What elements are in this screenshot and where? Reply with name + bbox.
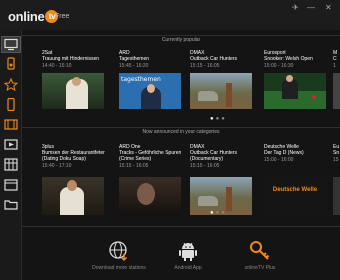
key-icon <box>250 241 270 260</box>
calendar-icon <box>4 179 18 191</box>
program-time: 15:15 - 16:05 <box>190 63 220 69</box>
download-stations-button[interactable]: Download more stations <box>84 240 154 271</box>
program-title: Snooker: Welsh Open <box>264 56 313 62</box>
section-divider <box>22 127 340 128</box>
thumbnail-tracks[interactable] <box>119 177 181 215</box>
section-divider <box>22 35 340 36</box>
program-title: Tagesthemen <box>119 56 150 62</box>
program-title: Trauung mit Hindernissen <box>42 56 100 62</box>
grid-icon <box>4 158 18 171</box>
title-bar: online tv Free ✈ — ✕ <box>0 0 340 30</box>
program-title: Tracks - Geföhrliche Spuren (Crime Serie… <box>119 150 182 162</box>
program-time: 14:40 - 16:10 <box>42 63 72 69</box>
program-time: 15:15 - 16:05 <box>119 163 149 169</box>
thumbnail-partial[interactable] <box>333 73 340 109</box>
sidebar-item-tv[interactable] <box>1 36 21 53</box>
program-card-partial[interactable]: Eu Sn 15 <box>333 144 340 163</box>
film-icon <box>4 119 18 130</box>
program-card[interactable]: 2Sat Trauung mit Hindernissen 14:40 - 16… <box>42 50 108 69</box>
close-button[interactable]: ✕ <box>325 3 332 12</box>
program-card[interactable]: ARD One Tracks - Geföhrliche Spuren (Cri… <box>119 144 185 169</box>
android-app-button[interactable]: Android App <box>153 240 223 271</box>
program-title: Sn <box>333 150 340 156</box>
dw-logo-text: Deutsche Welle <box>272 187 318 193</box>
section-title-announced: Now announced in your categories <box>142 129 220 135</box>
program-time: 15:15 - 16:05 <box>190 163 220 169</box>
sidebar-item-film[interactable] <box>4 118 18 131</box>
program-card[interactable]: 3plus Bumsen der Restaurantfeter (Dating… <box>42 144 108 169</box>
video-icon <box>4 139 18 150</box>
sidebar-item-folder[interactable] <box>4 198 18 211</box>
program-title: Der Tag D (News) <box>264 150 304 156</box>
globe-download-icon <box>109 241 128 262</box>
thumbnail-wedding[interactable] <box>42 73 104 109</box>
program-card[interactable]: DMAX Outback Car Hunters 15:15 - 16:05 <box>190 50 256 69</box>
program-title: Outback Car Hunters <box>190 56 237 62</box>
android-app-label: Android App <box>174 265 202 271</box>
thumbnail-snooker[interactable] <box>264 73 326 109</box>
thumbnail-partial[interactable] <box>333 177 340 215</box>
program-time: 15:00 - 16:30 <box>264 63 294 69</box>
sidebar-item-radio[interactable] <box>4 57 18 70</box>
bottom-bar: Download more stations Android App onlin… <box>22 228 340 280</box>
mobile-icon <box>7 98 15 111</box>
android-icon <box>179 242 197 261</box>
program-time: 15 <box>333 157 339 163</box>
sidebar-item-favorites[interactable] <box>4 78 18 91</box>
thumbnail-deutsche-welle[interactable]: Deutsche Welle <box>264 177 326 215</box>
thumbnail-tagesthemen[interactable]: tagesthemen <box>119 73 181 109</box>
sidebar-item-video[interactable] <box>4 138 18 151</box>
thumbnail-car-hunters[interactable] <box>190 73 252 109</box>
app-logo: online tv <box>8 9 59 24</box>
onlinetv-plus-label: onlineTV Plus <box>244 265 276 271</box>
program-card-partial[interactable]: M C 1 <box>333 50 340 69</box>
sidebar-item-mobile[interactable] <box>4 98 18 111</box>
tv-icon <box>4 38 18 51</box>
program-card[interactable]: Deutsche Welle Der Tag D (News) 15:00 - … <box>264 144 330 163</box>
sidebar-item-calendar[interactable] <box>4 178 18 191</box>
thumbnail-restaurant[interactable] <box>42 177 104 215</box>
carousel-dots[interactable]: ●●● <box>210 116 227 122</box>
sidebar <box>0 30 22 280</box>
program-time: 15:00 - 16:00 <box>264 157 294 163</box>
logo-text: online <box>8 9 45 24</box>
program-card[interactable]: DMAX Outback Car Hunters (Documentary) 1… <box>190 144 256 169</box>
section-divider <box>22 226 340 227</box>
carousel-dots[interactable]: ●●● <box>210 210 227 216</box>
program-title: C <box>333 56 337 62</box>
program-card[interactable]: Eurosport Snooker: Welsh Open 15:00 - 16… <box>264 50 330 69</box>
edition-label: Free <box>55 13 70 20</box>
pin-icon[interactable]: ✈ <box>292 3 299 12</box>
program-card[interactable]: ARD Tagesthemen 15:45 - 16:20 <box>119 50 185 69</box>
radio-icon <box>7 57 15 70</box>
star-icon <box>4 78 18 91</box>
program-title: Bumsen der Restaurantfeter (Dating Doku … <box>42 150 105 162</box>
sidebar-item-grid[interactable] <box>4 158 18 171</box>
program-time: 15:45 - 16:20 <box>119 63 149 69</box>
program-title: Outback Car Hunters (Documentary) <box>190 150 237 162</box>
program-time: 15:40 - 17:10 <box>42 163 72 169</box>
folder-icon <box>4 200 18 210</box>
onlinetv-plus-button[interactable]: onlineTV Plus <box>225 240 295 271</box>
section-title-popular: Currently popular <box>161 37 201 43</box>
program-time: 1 <box>333 63 336 69</box>
minimize-button[interactable]: — <box>307 3 315 12</box>
tagesthemen-logo-text: tagesthemen <box>121 76 161 83</box>
download-stations-label: Download more stations <box>92 265 146 271</box>
